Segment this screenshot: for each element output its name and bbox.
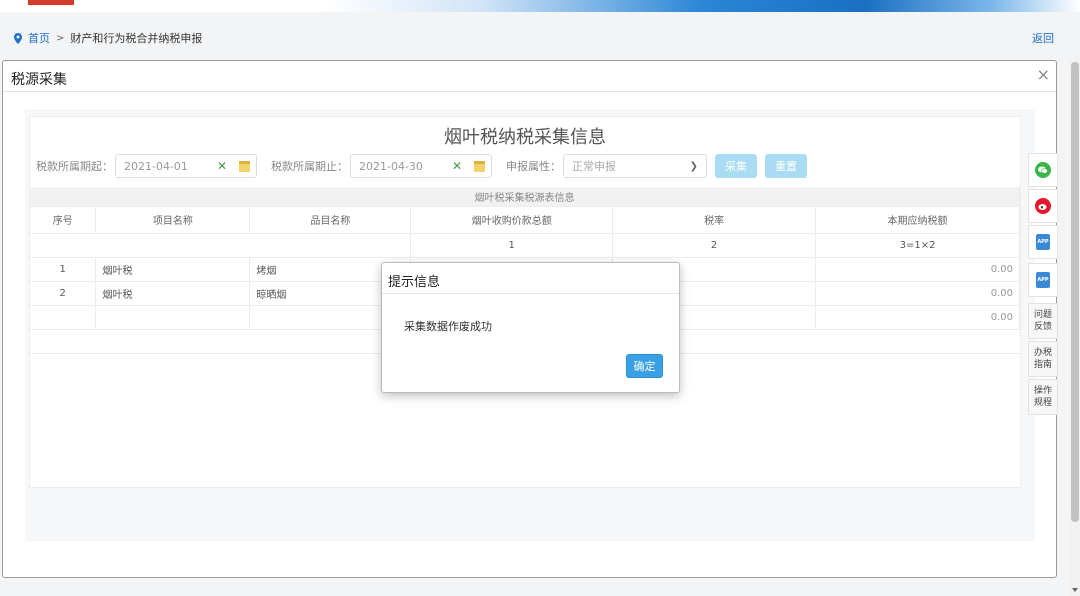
procedure-label-line2: 规程 xyxy=(1033,398,1052,408)
guide-button[interactable]: 办税 指南 xyxy=(1028,341,1058,377)
close-icon[interactable]: × xyxy=(1037,65,1050,84)
table-cell: 1 xyxy=(410,233,614,258)
confirm-button[interactable]: 确定 xyxy=(626,354,663,378)
table-cell: 0.00 xyxy=(815,281,1020,306)
column-header: 品目名称 xyxy=(249,206,412,234)
end-date-label: 税款所属期止： xyxy=(271,160,348,173)
table-cell: 烟叶税 xyxy=(95,281,251,306)
modal-title: 税源采集 xyxy=(11,72,67,88)
weibo-icon xyxy=(1035,198,1051,214)
start-date-field[interactable]: 2021-04-01 ✕ xyxy=(115,154,257,178)
column-header: 税率 xyxy=(612,206,817,234)
table-cell: 0.00 xyxy=(815,305,1020,330)
column-header: 烟叶收购价款总额 xyxy=(410,206,614,234)
info-dialog: 提示信息 采集数据作废成功 确定 xyxy=(381,262,680,393)
breadcrumb: 首页 > 财产和行为税合并纳税申报 xyxy=(14,30,202,46)
breadcrumb-home-link[interactable]: 首页 xyxy=(28,30,50,46)
top-banner xyxy=(0,0,1080,12)
feedback-button[interactable]: 问题 反馈 xyxy=(1028,303,1058,339)
logo-fragment xyxy=(28,0,74,5)
wechat-icon xyxy=(1035,162,1051,178)
guide-label-line2: 指南 xyxy=(1033,360,1052,370)
end-date-value: 2021-04-30 xyxy=(359,159,423,173)
clear-end-date-icon[interactable]: ✕ xyxy=(452,159,462,173)
declare-type-select[interactable]: 正常申报 ❯ xyxy=(563,154,707,178)
clear-start-date-icon[interactable]: ✕ xyxy=(217,159,227,173)
page-scrollbar[interactable] xyxy=(1070,60,1080,596)
procedure-button[interactable]: 操作 规程 xyxy=(1028,379,1058,415)
start-date-value: 2021-04-01 xyxy=(124,159,188,173)
table-cell xyxy=(95,305,251,330)
table-cell: 1 xyxy=(30,257,97,282)
column-header: 本期应纳税额 xyxy=(815,206,1020,234)
reset-button[interactable]: 重置 xyxy=(765,154,807,178)
procedure-label-line1: 操作 xyxy=(1033,386,1052,396)
table-cell: 烟叶税 xyxy=(95,257,251,282)
location-pin-icon xyxy=(14,32,22,44)
table-cell: 3=1×2 xyxy=(815,233,1020,258)
app-icon: APP xyxy=(1036,272,1050,288)
table-cell: 0.00 xyxy=(815,257,1020,282)
app-download-button-2[interactable]: APP xyxy=(1028,263,1058,297)
dialog-title: 提示信息 xyxy=(388,275,441,290)
table-cell xyxy=(30,305,97,330)
table-cell: 2 xyxy=(612,233,817,258)
scrollbar-thumb[interactable] xyxy=(1071,62,1079,522)
table-cell: 2 xyxy=(30,281,97,306)
table-cell xyxy=(30,233,412,258)
calendar-icon[interactable] xyxy=(239,160,250,172)
formula-row: 1 2 3=1×2 xyxy=(30,233,1020,258)
guide-label-line1: 办税 xyxy=(1033,348,1052,358)
breadcrumb-separator: > xyxy=(56,32,65,44)
table-caption: 烟叶税采集税源表信息 xyxy=(30,187,1020,207)
table-header-row: 序号 项目名称 品目名称 烟叶收购价款总额 税率 本期应纳税额 xyxy=(30,206,1020,234)
breadcrumb-bar: 首页 > 财产和行为税合并纳税申报 返回 xyxy=(0,12,1080,60)
table-caption-row: 烟叶税采集税源表信息 xyxy=(30,187,1020,207)
filter-row: 税款所属期起： 2021-04-01 ✕ 税款所属期止： 2021-04-30 … xyxy=(36,154,815,178)
scroll-down-arrow-icon[interactable] xyxy=(1072,588,1078,592)
column-header: 项目名称 xyxy=(95,206,251,234)
dialog-message: 采集数据作废成功 xyxy=(404,320,492,333)
wechat-button[interactable] xyxy=(1028,153,1058,187)
feedback-label-line2: 反馈 xyxy=(1033,322,1052,332)
dialog-divider xyxy=(382,293,679,294)
weibo-button[interactable] xyxy=(1028,189,1058,223)
app-download-button[interactable]: APP xyxy=(1028,225,1058,259)
column-header: 序号 xyxy=(30,206,97,234)
start-date-label: 税款所属期起： xyxy=(36,160,113,173)
breadcrumb-current: 财产和行为税合并纳税申报 xyxy=(70,32,203,45)
calendar-icon[interactable] xyxy=(474,160,485,172)
chevron-down-icon: ❯ xyxy=(689,160,698,172)
form-title: 烟叶税纳税采集信息 xyxy=(444,127,606,148)
feedback-label-line1: 问题 xyxy=(1033,310,1052,320)
declare-type-label: 申报属性： xyxy=(506,160,561,173)
end-date-field[interactable]: 2021-04-30 ✕ xyxy=(350,154,492,178)
modal-header-divider xyxy=(3,91,1056,92)
collect-button[interactable]: 采集 xyxy=(715,154,757,178)
declare-type-value: 正常申报 xyxy=(572,160,616,173)
back-link[interactable]: 返回 xyxy=(1032,30,1054,46)
app-icon: APP xyxy=(1036,234,1050,250)
